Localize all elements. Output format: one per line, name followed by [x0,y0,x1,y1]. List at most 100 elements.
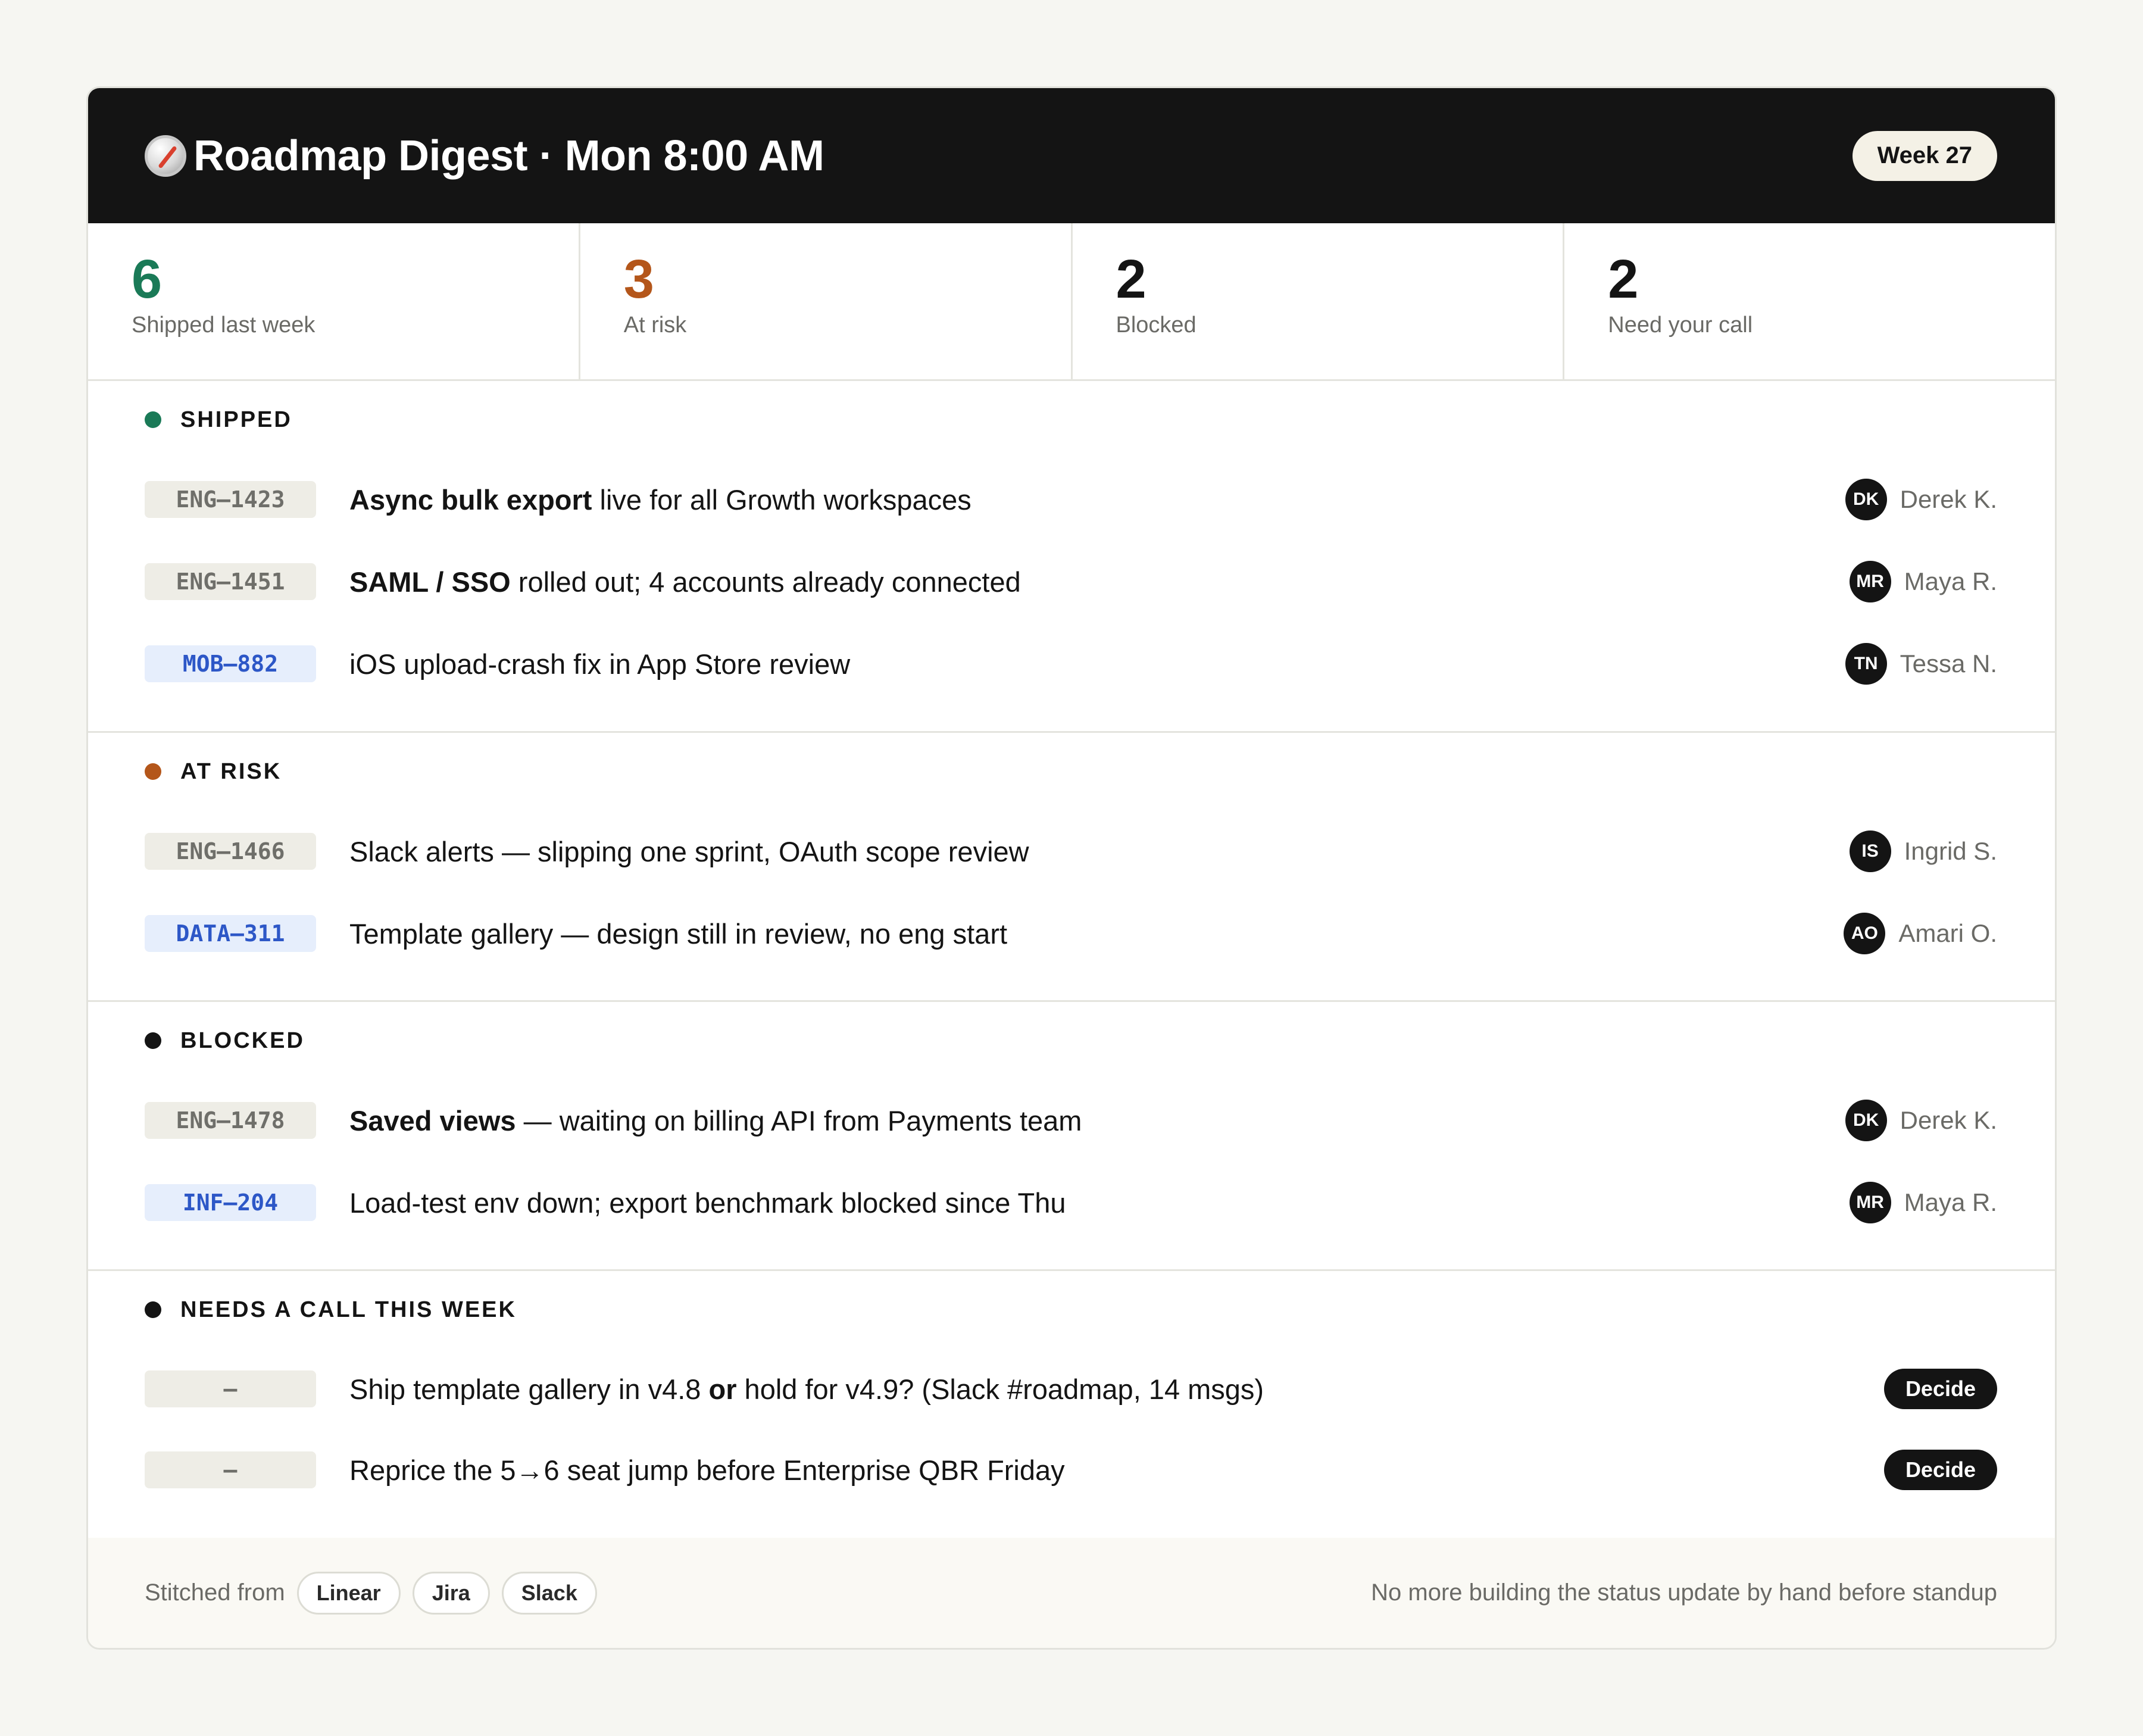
ticket-tag[interactable]: DATA–311 [145,915,316,952]
decide-button[interactable]: Decide [1883,1450,1997,1490]
ticket-tag[interactable]: INF–204 [145,1184,316,1221]
section-title: BLOCKED [180,1028,305,1053]
ticket-tag[interactable]: MOB–882 [145,645,316,682]
status-dot-icon [145,1301,161,1318]
owner-name: Ingrid S. [1904,837,1997,865]
avatar: AO [1844,913,1886,954]
compass-icon [145,135,186,177]
ticket-tag: – [145,1370,316,1407]
owner: TN Tessa N. [1845,643,1997,685]
owner-name: Tessa N. [1900,650,1997,677]
section-at-risk: AT RISK ENG–1466 Slack alerts — slipping… [88,733,2055,1002]
item-text: Template gallery — design still in revie… [349,917,1008,950]
list-item[interactable]: ENG–1478 Saved views — waiting on billin… [145,1079,1997,1162]
digest-title: Roadmap Digest · Mon 8:00 AM [145,132,824,180]
digest-footer: Stitched from Linear Jira Slack No more … [88,1538,2055,1648]
stat-label: Need your call [1608,313,1753,338]
stat-label: At risk [623,313,687,338]
stat-value: 2 [1116,249,1147,310]
avatar: MR [1849,561,1891,602]
ticket-tag[interactable]: ENG–1466 [145,833,316,870]
list-item[interactable]: ENG–1451 SAML / SSO rolled out; 4 accoun… [145,541,1997,623]
status-dot-icon [145,763,161,780]
item-detail: hold for v4.9? (Slack #roadmap, 14 msgs) [736,1373,1264,1405]
ticket-tag[interactable]: ENG–1478 [145,1102,316,1139]
owner: IS Ingrid S. [1849,830,1997,872]
status-dot-icon [145,1032,161,1049]
item-highlight: SAML / SSO [349,566,511,598]
list-item[interactable]: DATA–311 Template gallery — design still… [145,892,1997,975]
list-item[interactable]: – Ship template gallery in v4.8 or hold … [145,1348,1997,1429]
list-item[interactable]: – Reprice the 5→6 seat jump before Enter… [145,1429,1997,1510]
item-text: Async bulk export live for all Growth wo… [349,483,1845,516]
section-title: NEEDS A CALL THIS WEEK [180,1297,517,1322]
section-title: SHIPPED [180,407,292,432]
item-text: Slack alerts — slipping one sprint, OAut… [349,835,1029,867]
item-text: iOS upload-crash fix in App Store review [349,648,851,680]
item-highlight: Async bulk export [349,483,592,516]
section-title: AT RISK [180,758,282,784]
status-dot-icon [145,411,161,428]
section-heading: AT RISK [145,733,1997,810]
list-item[interactable]: INF–204 Load-test env down; export bench… [145,1162,1997,1244]
item-text: SAML / SSO rolled out; 4 accounts alread… [349,566,1850,598]
stat-value: 3 [623,249,654,310]
item-highlight: or [708,1373,737,1405]
owner-name: Maya R. [1904,567,1997,595]
footer-tagline: No more building the status update by ha… [1371,1579,1997,1606]
avatar: TN [1845,643,1887,685]
owner-name: Derek K. [1900,1106,1997,1134]
stat-value: 6 [132,249,163,310]
avatar: MR [1849,1182,1891,1223]
section-needs-call: NEEDS A CALL THIS WEEK – Ship template g… [88,1271,2055,1537]
digest-card: Roadmap Digest · Mon 8:00 AM Week 27 6 S… [86,86,2057,1650]
source-chip-linear[interactable]: Linear [296,1571,401,1615]
item-detail: rolled out; 4 accounts already connected [510,566,1021,598]
stitched-label: Stitched from [145,1579,285,1606]
source-chip-jira[interactable]: Jira [412,1571,490,1615]
stat-value: 2 [1608,249,1639,310]
section-shipped: SHIPPED ENG–1423 Async bulk export live … [88,381,2055,733]
stat-at-risk: 3 At risk [580,223,1073,379]
item-lead: Ship template gallery in v4.8 [349,1373,709,1405]
list-item[interactable]: ENG–1423 Async bulk export live for all … [145,458,1997,541]
section-heading: BLOCKED [145,1002,1997,1079]
owner: MR Maya R. [1849,1182,1997,1223]
item-detail: live for all Growth workspaces [592,483,971,516]
ticket-tag: – [145,1451,316,1488]
stat-label: Blocked [1116,313,1197,338]
decide-button[interactable]: Decide [1883,1369,1997,1409]
item-text: Saved views — waiting on billing API fro… [349,1104,1845,1137]
avatar: DK [1845,479,1887,520]
item-text: Load-test env down; export benchmark blo… [349,1187,1066,1219]
page-title: Roadmap Digest · Mon 8:00 AM [193,132,824,180]
section-heading: SHIPPED [145,381,1997,458]
owner: MR Maya R. [1849,561,1997,602]
section-heading: NEEDS A CALL THIS WEEK [145,1271,1997,1348]
ticket-tag[interactable]: ENG–1451 [145,563,316,600]
item-text: Ship template gallery in v4.8 or hold fo… [349,1373,1884,1406]
digest-header: Roadmap Digest · Mon 8:00 AM Week 27 [88,88,2055,223]
stat-blocked: 2 Blocked [1073,223,1565,379]
stats-bar: 6 Shipped last week 3 At risk 2 Blocked … [88,223,2055,381]
ticket-tag[interactable]: ENG–1423 [145,481,316,518]
item-text: Reprice the 5→6 seat jump before Enterpr… [349,1454,1065,1486]
section-blocked: BLOCKED ENG–1478 Saved views — waiting o… [88,1002,2055,1271]
stat-label: Shipped last week [132,313,315,338]
owner: DK Derek K. [1845,479,1997,520]
owner: DK Derek K. [1845,1100,1997,1141]
week-badge: Week 27 [1852,130,1997,181]
item-highlight: Saved views [349,1104,516,1136]
stat-shipped: 6 Shipped last week [88,223,580,379]
owner: AO Amari O. [1844,913,1997,954]
owner-name: Derek K. [1900,485,1997,513]
owner-name: Amari O. [1898,919,1997,947]
owner-name: Maya R. [1904,1188,1997,1216]
stat-need-call: 2 Need your call [1564,223,2055,379]
sources: Stitched from Linear Jira Slack [145,1571,597,1615]
avatar: DK [1845,1100,1887,1141]
item-detail: — waiting on billing API from Payments t… [516,1104,1082,1136]
list-item[interactable]: ENG–1466 Slack alerts — slipping one spr… [145,810,1997,892]
list-item[interactable]: MOB–882 iOS upload-crash fix in App Stor… [145,623,1997,705]
source-chip-slack[interactable]: Slack [501,1571,597,1615]
